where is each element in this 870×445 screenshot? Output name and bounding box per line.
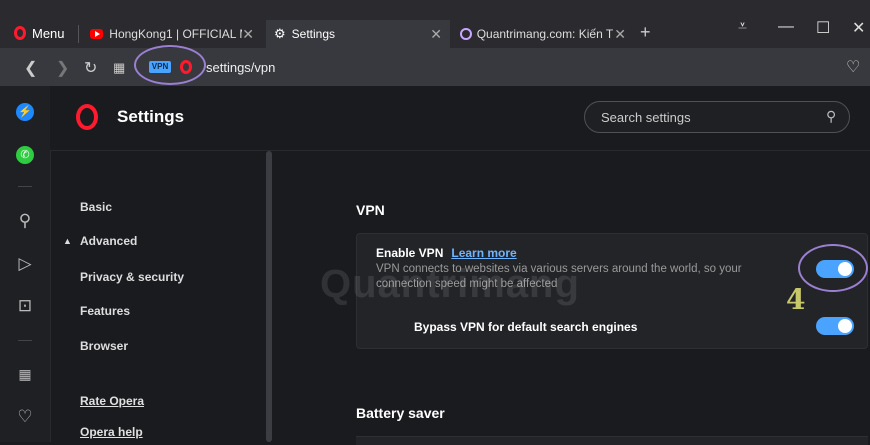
annotation-ellipse-toggle	[798, 244, 868, 292]
tab-separator	[78, 25, 79, 43]
messenger-icon[interactable]: ⚡	[14, 100, 36, 121]
camera-icon[interactable]: ⊡	[14, 296, 36, 316]
search-icon[interactable]: ⚲	[826, 108, 836, 125]
battery-card	[356, 436, 868, 445]
tab-label: HongKong1 | OFFICIAL M	[109, 27, 243, 41]
nav-privacy-security[interactable]: Privacy & security	[80, 270, 184, 284]
nav-scrollbar[interactable]	[266, 151, 272, 442]
tab-label: Settings	[291, 27, 336, 41]
sidebar-divider	[18, 340, 32, 341]
learn-more-link[interactable]: Learn more	[451, 246, 516, 260]
window-close-icon[interactable]: ✕	[852, 18, 865, 38]
opera-logo-icon	[76, 104, 98, 130]
address-bar	[0, 48, 870, 86]
speed-dial-icon[interactable]: ▦	[113, 60, 125, 76]
close-icon[interactable]: ✕	[242, 26, 254, 43]
annotation-ellipse-vpn-badge	[134, 45, 206, 85]
collapse-arrow-icon[interactable]: ▲	[63, 236, 72, 246]
tab-quantrimang[interactable]: Quantrimang.com: Kiến Th ✕	[452, 20, 634, 48]
toggle-knob	[838, 319, 852, 333]
gear-icon: ⚙	[274, 26, 286, 41]
search-icon[interactable]: ⚲	[14, 211, 36, 231]
new-tab-plus-icon[interactable]: +	[640, 22, 651, 43]
tab-menu-icon[interactable]: ⩡	[738, 18, 747, 36]
nav-advanced[interactable]: Advanced	[80, 234, 137, 248]
quantrimang-icon	[460, 28, 472, 40]
back-icon[interactable]: ❮	[24, 58, 37, 78]
forward-icon[interactable]: ❯	[56, 58, 69, 78]
vpn-section-title: VPN	[356, 202, 385, 218]
reload-icon[interactable]: ↻	[84, 58, 97, 78]
battery-section-title: Battery saver	[356, 405, 445, 421]
annotation-number-4: 4	[786, 283, 806, 316]
nav-browser[interactable]: Browser	[80, 339, 128, 353]
opera-help-link[interactable]: Opera help	[80, 425, 143, 439]
url-text[interactable]: settings/vpn	[206, 60, 275, 75]
menu-button[interactable]: Menu	[14, 22, 65, 44]
nav-features[interactable]: Features	[80, 304, 130, 318]
nav-basic[interactable]: Basic	[80, 200, 112, 214]
bypass-vpn-toggle[interactable]	[816, 317, 854, 335]
search-placeholder: Search settings	[601, 110, 691, 125]
close-icon[interactable]: ✕	[430, 26, 442, 43]
flow-send-icon[interactable]: ▷	[14, 254, 36, 274]
page-title: Settings	[117, 107, 185, 126]
bypass-vpn-label: Bypass VPN for default search engines	[414, 320, 638, 334]
extensions-grid-icon[interactable]: ▦	[14, 366, 36, 383]
rate-opera-link[interactable]: Rate Opera	[80, 394, 144, 408]
watermark: Quantrimang	[320, 262, 580, 306]
maximize-icon[interactable]: ☐	[816, 18, 830, 38]
enable-vpn-row: Enable VPN Learn more	[376, 246, 517, 260]
heart-icon[interactable]: ♡	[846, 57, 860, 77]
enable-vpn-label: Enable VPN	[376, 246, 444, 260]
whatsapp-icon[interactable]: ✆	[14, 143, 36, 164]
youtube-icon	[90, 29, 104, 39]
minimize-icon[interactable]: —	[778, 18, 794, 36]
tab-settings[interactable]: ⚙ Settings ✕	[266, 20, 450, 48]
tab-label: Quantrimang.com: Kiến Th	[476, 27, 615, 41]
menu-label: Menu	[32, 25, 65, 41]
sidebar-divider	[18, 186, 32, 187]
close-icon[interactable]: ✕	[614, 26, 626, 43]
bookmarks-heart-icon[interactable]: ♡	[14, 407, 36, 427]
opera-menu-icon	[14, 26, 26, 40]
tab-hongkong[interactable]: HongKong1 | OFFICIAL M ✕	[82, 20, 262, 48]
